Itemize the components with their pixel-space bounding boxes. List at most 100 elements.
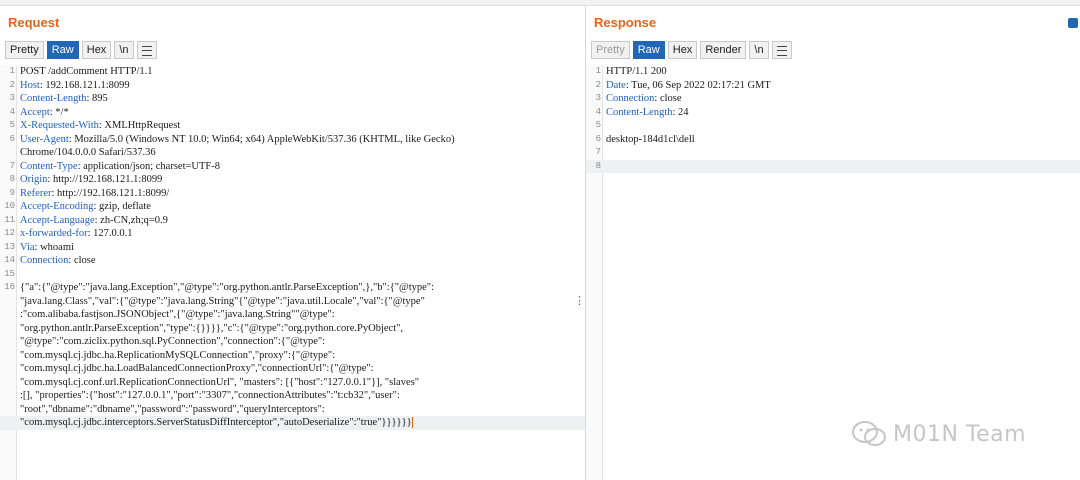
line-number: 2	[9, 79, 15, 90]
line-number: 15	[4, 268, 15, 279]
request-line: "com.mysql.cj.jdbc.ha.ReplicationMySQLCo…	[0, 349, 585, 363]
response-line: 7	[586, 146, 1080, 160]
line-text: "com.mysql.cj.jdbc.interceptors.ServerSt…	[20, 416, 577, 430]
header-name: Referer	[20, 187, 52, 199]
header-name: Accept-Language	[20, 214, 95, 226]
line-text: Connection: close	[606, 92, 1072, 106]
line-number: 11	[4, 214, 15, 225]
tab-pretty[interactable]: Pretty	[591, 41, 630, 59]
line-number: 3	[595, 93, 601, 103]
line-text: HTTP/1.1 200	[606, 65, 1072, 79]
menu-button[interactable]	[136, 41, 157, 59]
header-name: Content-Type	[20, 160, 78, 172]
request-line: 5 X-Requested-With: XMLHttpRequest	[0, 119, 585, 133]
request-line: 7 Content-Type: application/json; charset…	[0, 160, 585, 174]
response-line: 6 desktop-184d1cl\dell	[586, 133, 1080, 147]
request-line: 16 {"a":{"@type":"java.lang.Exception","@…	[0, 281, 585, 295]
header-name: Content-Length	[606, 106, 673, 118]
line-segment: "java.lang.Class","val":{"@type":"java.l…	[20, 295, 425, 307]
tab-hex[interactable]: Hex	[667, 41, 698, 59]
request-editor[interactable]: 1 POST /addComment HTTP/1.1 2 Host: 192.168…	[0, 65, 585, 480]
request-view-tabs: Pretty Raw Hex \n	[5, 41, 157, 59]
response-pane: Response Pretty Raw Hex Render \n 1 HTTP/…	[586, 6, 1080, 480]
line-text: x-forwarded-for: 127.0.0.1	[20, 227, 577, 241]
line-segment: "com.mysql.cj.jdbc.interceptors.ServerSt…	[20, 417, 412, 428]
tab-raw[interactable]: Raw	[46, 41, 79, 59]
line-text: "com.mysql.cj.jdbc.ha.ReplicationMySQLCo…	[20, 349, 577, 363]
line-segment: {"a":{"@type":"java.lang.Exception","@ty…	[20, 282, 434, 293]
response-title: Response	[594, 15, 657, 30]
request-line: :[], "properties":{"host":"127.0.0.1","p…	[0, 389, 585, 403]
line-segment: "@type":"com.ziclix.python.sql.PyConnect…	[20, 336, 326, 347]
line-text: Referer: http://192.168.121.1:8099/	[20, 187, 577, 201]
line-text: :[], "properties":{"host":"127.0.0.1","p…	[20, 389, 577, 403]
line-number: 16	[4, 282, 15, 292]
line-text: Content-Type: application/json; charset=…	[20, 160, 577, 174]
line-number: 3	[9, 93, 15, 103]
line-number: 14	[4, 255, 15, 265]
tab-raw[interactable]: Raw	[632, 41, 665, 59]
line-number: 12	[4, 228, 15, 238]
line-number: 10	[4, 201, 15, 211]
header-name: Content-Length	[20, 93, 87, 104]
line-number: 13	[4, 241, 15, 252]
line-text: "org.python.antlr.ParseException","type"…	[20, 322, 577, 336]
request-line: 14 Connection: close	[0, 254, 585, 268]
request-line: 15	[0, 268, 585, 282]
line-segment: : zh-CN,zh;q=0.9	[94, 214, 168, 226]
line-text: {"a":{"@type":"java.lang.Exception","@ty…	[20, 281, 577, 295]
hamburger-icon	[141, 46, 152, 56]
request-line: 12 x-forwarded-for: 127.0.0.1	[0, 227, 585, 241]
watermark-text: M01N Team	[893, 421, 1027, 447]
response-view-tabs: Pretty Raw Hex Render \n	[591, 41, 792, 59]
response-line: 3 Connection: close	[586, 92, 1080, 106]
line-text: Via: whoami	[20, 241, 577, 255]
request-line: "com.mysql.cj.jdbc.ha.LoadBalancedConnec…	[0, 362, 585, 376]
line-text: User-Agent: Mozilla/5.0 (Windows NT 10.0…	[20, 133, 577, 147]
response-line: 4 Content-Length: 24	[586, 106, 1080, 120]
request-line: 10 Accept-Encoding: gzip, deflate	[0, 200, 585, 214]
response-line: 1 HTTP/1.1 200	[586, 65, 1080, 79]
line-segment: "com.mysql.cj.jdbc.ha.ReplicationMySQLCo…	[20, 349, 336, 361]
text-cursor	[411, 417, 413, 429]
request-line: 6 User-Agent: Mozilla/5.0 (Windows NT 10.…	[0, 133, 585, 147]
line-number: 7	[595, 147, 601, 157]
request-line: 3 Content-Length: 895	[0, 92, 585, 106]
line-segment: Chrome/104.0.0.0 Safari/537.36	[20, 147, 156, 158]
tab-hex[interactable]: Hex	[81, 41, 112, 59]
line-text: Accept: */*	[20, 106, 577, 120]
tab-pretty[interactable]: Pretty	[5, 41, 44, 59]
line-segment: :[], "properties":{"host":"127.0.0.1","p…	[20, 390, 400, 401]
header-name: Connection	[606, 93, 655, 104]
line-number: 9	[9, 187, 15, 198]
newline-toggle-button[interactable]: \n	[114, 41, 134, 59]
line-segment: POST /addComment HTTP/1.1	[20, 66, 153, 77]
line-segment: : 895	[86, 93, 108, 104]
request-line: "org.python.antlr.ParseException","type"…	[0, 322, 585, 336]
line-text: "@type":"com.ziclix.python.sql.PyConnect…	[20, 335, 577, 349]
hamburger-icon	[776, 46, 787, 56]
line-text: Chrome/104.0.0.0 Safari/537.36	[20, 146, 577, 160]
header-name: User-Agent	[20, 133, 69, 145]
request-lines: 1 POST /addComment HTTP/1.1 2 Host: 192.168…	[0, 65, 585, 430]
tab-render[interactable]: Render	[700, 41, 747, 59]
line-text: X-Requested-With: XMLHttpRequest	[20, 119, 577, 133]
more-options-icon[interactable]: ⋮	[574, 295, 585, 309]
header-name: Connection	[20, 255, 69, 266]
newline-toggle-button[interactable]: \n	[749, 41, 769, 59]
line-text: Content-Length: 895	[20, 92, 577, 106]
line-text: Content-Length: 24	[606, 106, 1072, 120]
request-line: 1 POST /addComment HTTP/1.1	[0, 65, 585, 79]
layout-toggle-icon[interactable]	[1068, 18, 1078, 28]
line-segment: :"com.alibaba.fastjson.JSONObject",{"@ty…	[20, 309, 335, 320]
watermark: M01N Team	[851, 420, 1026, 448]
header-name: Accept-Encoding	[20, 201, 94, 212]
line-text: Origin: http://192.168.121.1:8099	[20, 173, 577, 187]
line-text: Host: 192.168.121.1:8099	[20, 79, 577, 93]
response-editor[interactable]: 1 HTTP/1.1 200 2 Date: Tue, 06 Sep 2022 02:…	[586, 65, 1080, 480]
line-text: desktop-184d1cl\dell	[606, 133, 1072, 147]
menu-button[interactable]	[771, 41, 792, 59]
request-line: "@type":"com.ziclix.python.sql.PyConnect…	[0, 335, 585, 349]
line-segment: : 192.168.121.1:8099	[39, 79, 130, 91]
request-line: :"com.alibaba.fastjson.JSONObject",{"@ty…	[0, 308, 585, 322]
